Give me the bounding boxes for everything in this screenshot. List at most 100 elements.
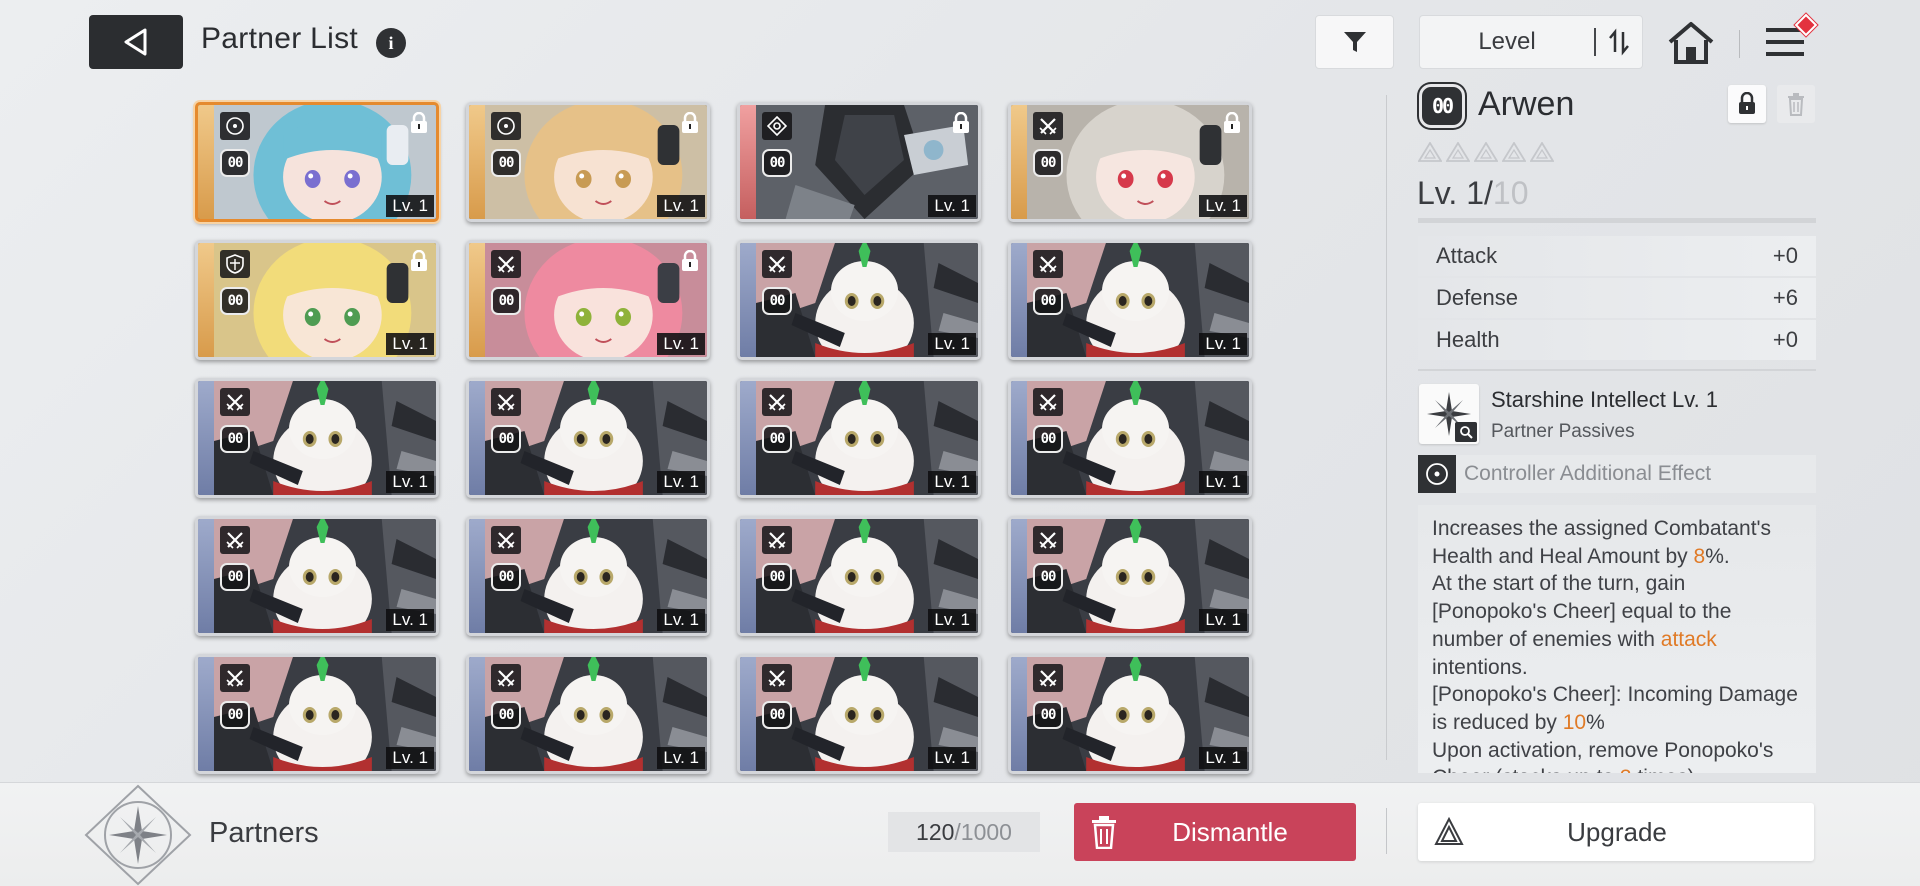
magnifier-icon[interactable] — [1455, 422, 1477, 442]
sort-order-button[interactable] — [1596, 16, 1642, 68]
aim-class-icon — [220, 112, 250, 140]
partner-level: Lv. 1 — [657, 609, 705, 631]
footer-divider — [1386, 808, 1387, 854]
partner-card[interactable]: 00 Lv. 1 — [195, 654, 439, 774]
description-text: Upon activation, remove Ponopoko's Cheer… — [1432, 738, 1774, 773]
rarity-edge — [198, 243, 214, 357]
description-paragraph: At the start of the turn, gain [Ponopoko… — [1432, 570, 1802, 681]
count-current: 120 — [916, 818, 955, 845]
partner-level: Lv. 1 — [657, 747, 705, 769]
partner-card[interactable]: 00 Lv. 1 — [466, 102, 710, 222]
footer-title: Partners — [209, 817, 319, 849]
sort-selector[interactable]: Level — [1419, 15, 1643, 69]
partner-card[interactable]: 00 Lv. 1 — [1008, 654, 1252, 774]
rarity-edge — [198, 105, 214, 219]
partner-card[interactable]: 00 Lv. 1 — [195, 102, 439, 222]
dismantle-button[interactable]: Dismantle — [1074, 803, 1356, 861]
highlighted-value: 3 — [1620, 766, 1632, 773]
partner-type-badge: 00 — [1033, 425, 1063, 453]
partner-card[interactable]: 00 Lv. 1 — [1008, 516, 1252, 636]
partner-card[interactable]: 00 Lv. 1 — [195, 378, 439, 498]
partner-card[interactable]: 00 Lv. 1 — [466, 516, 710, 636]
partner-name: Arwen — [1478, 85, 1575, 123]
stat-value: +0 — [1772, 327, 1798, 352]
partners-emblem-icon — [84, 784, 192, 886]
partner-type-badge: 00 — [220, 701, 250, 729]
partner-level: Lv. 1 — [928, 609, 976, 631]
swords-class-icon — [220, 664, 250, 692]
partner-card[interactable]: 00 Lv. 1 — [1008, 378, 1252, 498]
partner-type-badge: 00 — [762, 563, 792, 591]
back-button[interactable] — [89, 15, 183, 69]
trash-icon — [1788, 93, 1804, 116]
partner-type-badge: 00 — [220, 425, 250, 453]
lock-icon — [950, 111, 972, 135]
info-icon[interactable]: i — [376, 28, 406, 58]
rarity-edge — [1011, 519, 1027, 633]
filter-button[interactable] — [1315, 15, 1394, 69]
description-text: %. — [1705, 544, 1730, 568]
level-current: Lv. 1/ — [1417, 175, 1493, 211]
swords-class-icon — [762, 664, 792, 692]
rarity-edge — [1011, 381, 1027, 495]
partner-type-badge: 00 — [491, 701, 521, 729]
partner-level: Lv. 1 — [928, 471, 976, 493]
partner-level: Lv. 1 — [1199, 609, 1247, 631]
partner-card[interactable]: 00 Lv. 1 — [1008, 102, 1252, 222]
partner-grid: 00 Lv. 1 00 Lv. 1 00 Lv. 1 00 Lv. 1 00 Lv. 1 00 Lv.… — [195, 102, 1252, 774]
partner-card[interactable]: 00 Lv. 1 — [737, 654, 981, 774]
rarity-edge — [740, 657, 756, 771]
stat-row-attack: Attack +0 — [1418, 236, 1816, 276]
home-button[interactable] — [1666, 20, 1716, 66]
partner-card[interactable]: 00 Lv. 1 — [737, 378, 981, 498]
partner-level: Lv. 1 — [928, 333, 976, 355]
partner-card[interactable]: 00 Lv. 1 — [466, 378, 710, 498]
partner-level: Lv. 1 — [386, 333, 434, 355]
upgrade-label: Upgrade — [1567, 816, 1667, 847]
partner-level: Lv. 1 — [928, 195, 976, 217]
lock-icon — [1739, 92, 1755, 114]
partner-card[interactable]: 00 Lv. 1 — [195, 240, 439, 360]
star-empty-icon — [1502, 142, 1526, 162]
rarity-edge — [1011, 657, 1027, 771]
stat-value: +0 — [1772, 243, 1798, 268]
home-icon — [1668, 22, 1714, 64]
skill-type: Partner Passives — [1491, 421, 1635, 442]
header-divider — [1739, 30, 1740, 58]
upgrade-button[interactable]: Upgrade — [1418, 803, 1814, 861]
partner-type-badge: 00 — [491, 149, 521, 177]
swords-class-icon — [762, 388, 792, 416]
partner-level: Lv. 1 — [657, 195, 705, 217]
back-arrow-icon — [124, 28, 147, 56]
partner-card[interactable]: 00 Lv. 1 — [195, 516, 439, 636]
partner-card[interactable]: 00 Lv. 1 — [737, 516, 981, 636]
swords-class-icon — [491, 250, 521, 278]
partner-level: Lv. 1 — [657, 471, 705, 493]
swords-class-icon — [491, 664, 521, 692]
rarity-edge — [469, 105, 485, 219]
lock-button[interactable] — [1728, 85, 1766, 123]
partner-level: Lv. 1 — [657, 333, 705, 355]
partner-type-badge: 00 — [491, 563, 521, 591]
star-empty-icon — [1446, 142, 1470, 162]
star-empty-icon — [1474, 142, 1498, 162]
controller-effect-row[interactable]: Controller Additional Effect — [1418, 455, 1816, 493]
partner-card[interactable]: 00 Lv. 1 — [737, 102, 981, 222]
swords-class-icon — [220, 388, 250, 416]
rarity-edge — [1011, 105, 1027, 219]
partner-card[interactable]: 00 Lv. 1 — [1008, 240, 1252, 360]
partner-card[interactable]: 00 Lv. 1 — [737, 240, 981, 360]
sort-label[interactable]: Level — [1420, 28, 1594, 56]
controller-effect-label: Controller Additional Effect — [1464, 462, 1712, 485]
rarity-edge — [469, 657, 485, 771]
partner-card[interactable]: 00 Lv. 1 — [466, 240, 710, 360]
swords-class-icon — [1033, 250, 1063, 278]
upgrade-arrow-icon — [1434, 817, 1464, 845]
discard-button[interactable] — [1777, 85, 1815, 123]
partner-card[interactable]: 00 Lv. 1 — [466, 654, 710, 774]
description-text: times). — [1632, 766, 1700, 773]
rarity-edge — [198, 519, 214, 633]
stat-row-defense: Defense +6 — [1418, 278, 1816, 318]
swords-class-icon — [1033, 664, 1063, 692]
rarity-edge — [740, 243, 756, 357]
